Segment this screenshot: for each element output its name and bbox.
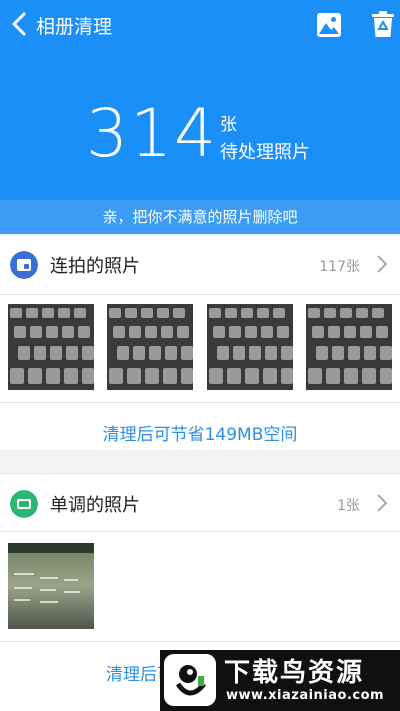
count-unit: 张	[220, 115, 237, 135]
divider	[0, 294, 400, 295]
burst-thumbnails	[0, 304, 400, 390]
bird-logo-icon	[164, 654, 216, 706]
top-bar: 相册清理	[0, 0, 400, 50]
pending-label: 待处理照片	[220, 142, 310, 163]
photo-thumbnail[interactable]	[306, 304, 392, 390]
photo-thumbnail[interactable]	[8, 304, 94, 390]
trash-icon[interactable]	[370, 10, 396, 38]
section-title: 单调的照片	[50, 495, 140, 516]
monotone-photo-icon	[10, 490, 38, 518]
chevron-right-icon	[377, 255, 388, 273]
divider	[0, 402, 400, 403]
back-arrow-icon[interactable]	[8, 10, 32, 38]
watermark-brand: 下载鸟资源	[224, 658, 365, 688]
chevron-right-icon	[377, 494, 388, 512]
page-title: 相册清理	[36, 16, 113, 38]
photo-thumbnail[interactable]	[207, 304, 293, 390]
burst-photos-card: 连拍的照片 117张 清理后可节省149MB空间	[0, 236, 400, 450]
watermark-url: www.xiazainiao.com	[226, 688, 385, 703]
photo-thumbnail[interactable]	[8, 543, 94, 629]
pending-photo-count: 314	[86, 95, 218, 172]
gallery-icon[interactable]	[316, 12, 342, 38]
divider	[0, 531, 400, 532]
burst-photos-header[interactable]: 连拍的照片 117张	[0, 236, 400, 294]
header-summary: 相册清理 314 张 待处理照片	[0, 0, 400, 200]
section-count: 117张	[319, 259, 360, 275]
burst-photo-icon	[10, 251, 38, 279]
monotone-photos-header[interactable]: 单调的照片 1张	[0, 475, 400, 533]
watermark: 下载鸟资源 www.xiazainiao.com	[160, 650, 400, 711]
clean-save-button[interactable]: 清理后可节省149MB空间	[0, 420, 400, 445]
section-count: 1张	[337, 498, 360, 514]
tip-banner: 亲，把你不满意的照片删除吧	[0, 200, 400, 234]
section-title: 连拍的照片	[50, 256, 140, 277]
divider	[0, 641, 400, 642]
photo-thumbnail[interactable]	[107, 304, 193, 390]
